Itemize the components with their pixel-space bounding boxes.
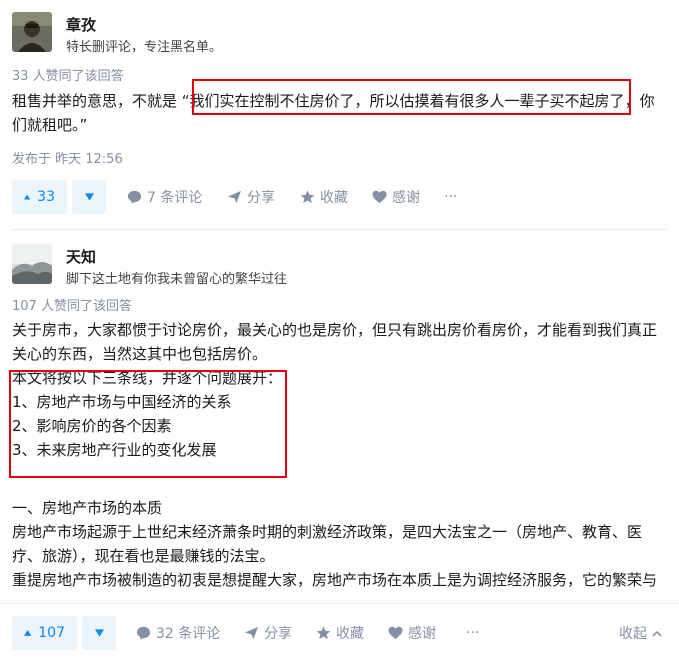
content-paragraph: 重提房地产市场被制造的初衷是想提醒大家，房地产市场在本质上是为调控经济服务，它的… (12, 571, 658, 589)
thanks-button[interactable]: 感谢 (372, 180, 420, 214)
share-button[interactable]: 分享 (244, 616, 292, 650)
share-icon (227, 190, 242, 204)
comment-icon (136, 626, 151, 640)
triangle-down-icon (94, 629, 104, 637)
triangle-up-icon (24, 194, 31, 200)
author-bio: 特长删评论，专注黑名单。 (66, 40, 223, 55)
star-icon (316, 626, 331, 640)
heart-icon (388, 626, 403, 640)
section-heading: 一、房地产市场的本质 (12, 499, 163, 517)
answer-content: 租售并举的意思，不就是 “我们实在控制不住房价了，所以估摸着有很多人一辈子买不起… (12, 89, 664, 137)
list-item: 3、未来房地产行业的变化发展 (12, 441, 217, 459)
content-paragraph: 关于房市，大家都惯于讨论房价，最关心的也是房价，但只有跳出房价看房价，才能看到我… (12, 321, 658, 363)
avatar[interactable] (12, 12, 52, 52)
thanks-button[interactable]: 感谢 (388, 616, 436, 650)
favorite-button[interactable]: 收藏 (316, 616, 364, 650)
author-name[interactable]: 天知 (66, 246, 96, 267)
author-bio: 脚下这土地有你我未曾留心的繁华过往 (66, 272, 288, 287)
answer-content: 关于房市，大家都惯于讨论房价，最关心的也是房价，但只有跳出房价看房价，才能看到我… (12, 318, 664, 592)
avatar[interactable] (12, 244, 52, 284)
divider (12, 229, 667, 230)
triangle-down-icon (84, 193, 94, 201)
thanks-label: 感谢 (408, 626, 436, 642)
upvote-count: 33 (37, 189, 55, 205)
share-button[interactable]: 分享 (227, 180, 275, 214)
upvote-count: 107 (38, 625, 65, 641)
content-paragraph: 房地产市场起源于上世纪末经济萧条时期的刺激经济政策，是四大法宝之一（房地产、教育… (12, 523, 643, 565)
more-button[interactable]: ··· (444, 180, 457, 214)
more-button[interactable]: ··· (466, 616, 479, 650)
more-icon: ··· (444, 189, 458, 205)
vote-count-text: 33 人赞同了该回答 (12, 69, 124, 84)
favorite-button[interactable]: 收藏 (300, 180, 348, 214)
content-paragraph: 本文将按以下三条线，并逐个问题展开： (12, 369, 283, 387)
chevron-up-icon (652, 630, 662, 637)
content-text: 们就租吧。” (12, 116, 88, 134)
share-label: 分享 (247, 190, 275, 206)
collapse-button[interactable]: 收起 (619, 616, 662, 650)
downvote-button[interactable] (82, 616, 116, 650)
action-bar: 33 7 条评论 分享 收藏 感谢 ··· (12, 180, 667, 214)
answer-item: 天知 脚下这土地有你我未曾留心的繁华过往 107 人赞同了该回答 关于房市，大家… (0, 232, 679, 659)
vote-count-text: 107 人赞同了该回答 (12, 299, 132, 314)
comments-button[interactable]: 32 条评论 (136, 616, 220, 650)
downvote-button[interactable] (72, 180, 106, 214)
highlighted-text: 我们实在控制不住房价了，所以估摸着有很多人一辈子买不起房了 (189, 92, 625, 110)
triangle-up-icon (24, 630, 32, 636)
comments-label: 7 条评论 (147, 190, 203, 206)
action-bar: 107 32 条评论 分享 收藏 感谢 ··· 收起 (12, 616, 667, 650)
answer-item: 章孜 特长删评论，专注黑名单。 33 人赞同了该回答 租售并举的意思，不就是 “… (0, 0, 679, 230)
comments-label: 32 条评论 (156, 626, 221, 642)
content-text: 租售并举的意思，不就是 “ (12, 92, 190, 110)
star-icon (300, 190, 315, 204)
comments-button[interactable]: 7 条评论 (127, 180, 202, 214)
author-name[interactable]: 章孜 (66, 14, 96, 35)
list-item: 2、影响房价的各个因素 (12, 417, 172, 435)
upvote-button[interactable]: 33 (12, 180, 67, 214)
content-text: ，你 (624, 92, 655, 110)
sticky-action-bar: 107 32 条评论 分享 收藏 感谢 ··· 收起 (0, 603, 679, 659)
upvote-button[interactable]: 107 (12, 616, 77, 650)
more-icon: ··· (466, 625, 480, 641)
list-item: 1、房地产市场与中国经济的关系 (12, 393, 232, 411)
share-label: 分享 (264, 626, 292, 642)
comment-icon (127, 190, 142, 204)
publish-time[interactable]: 发布于 昨天 12:56 (12, 148, 123, 167)
heart-icon (372, 190, 387, 204)
collapse-label: 收起 (619, 626, 647, 642)
thanks-label: 感谢 (392, 190, 420, 206)
favorite-label: 收藏 (320, 190, 348, 206)
favorite-label: 收藏 (336, 626, 364, 642)
share-icon (244, 626, 259, 640)
